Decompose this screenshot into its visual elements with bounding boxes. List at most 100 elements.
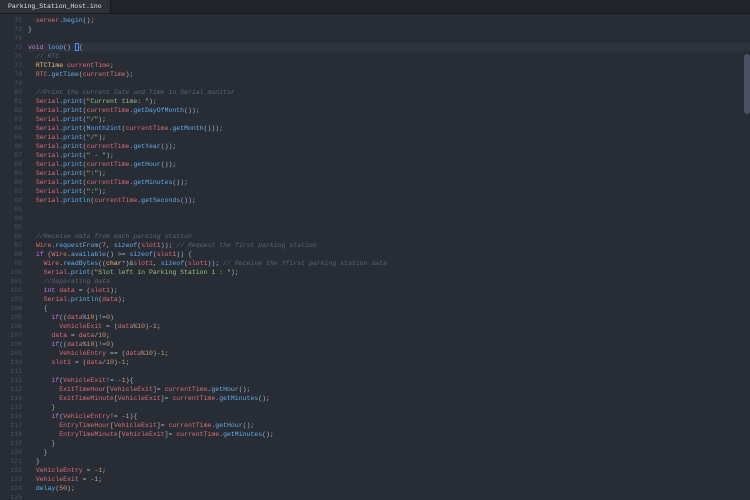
line-number: 77: [0, 61, 22, 70]
code-line[interactable]: Wire.readBytes((char*)&slot1, sizeof(slo…: [28, 259, 744, 268]
line-number: 101: [0, 277, 22, 286]
code-line[interactable]: [28, 367, 744, 376]
line-number: 84: [0, 124, 22, 133]
code-line[interactable]: }: [28, 448, 744, 457]
line-number: 75: [0, 43, 22, 52]
code-line[interactable]: //Separating data: [28, 277, 744, 286]
code-line[interactable]: {: [28, 304, 744, 313]
line-number: 113: [0, 385, 22, 394]
code-line[interactable]: Serial.println(currentTime.getSeconds())…: [28, 196, 744, 205]
line-number: 111: [0, 367, 22, 376]
code-line[interactable]: EntryTimeHour[VehicleExit]= currentTime.…: [28, 421, 744, 430]
code-line[interactable]: Serial.print(":");: [28, 169, 744, 178]
line-number-gutter: 7273747576777879808182838485868788899091…: [0, 14, 28, 500]
code-line[interactable]: Serial.print("/");: [28, 115, 744, 124]
line-number: 125: [0, 493, 22, 500]
line-number: 123: [0, 475, 22, 484]
line-number: 76: [0, 52, 22, 61]
code-line[interactable]: [28, 214, 744, 223]
tab-title: Parking_Station_Host.ino: [8, 3, 102, 10]
line-number: 102: [0, 286, 22, 295]
code-line[interactable]: }: [28, 457, 744, 466]
code-line[interactable]: Serial.print(" - ");: [28, 151, 744, 160]
code-line[interactable]: ExitTimeMinute[VehicleExit]= currentTime…: [28, 394, 744, 403]
code-line[interactable]: Serial.print(":");: [28, 187, 744, 196]
code-line[interactable]: [28, 223, 744, 232]
line-number: 116: [0, 412, 22, 421]
code-line[interactable]: data = data/10;: [28, 331, 744, 340]
line-number: 100: [0, 268, 22, 277]
code-line[interactable]: slot1 = (data/10)-1;: [28, 358, 744, 367]
line-number: 87: [0, 151, 22, 160]
line-number: 124: [0, 484, 22, 493]
code-line[interactable]: }: [28, 439, 744, 448]
code-line[interactable]: Serial.print("Slot left in Parking Stati…: [28, 268, 744, 277]
code-line[interactable]: }: [28, 25, 744, 34]
line-number: 104: [0, 304, 22, 313]
code-line[interactable]: Wire.requestFrom(7, sizeof(slot1)); // R…: [28, 241, 744, 250]
line-number: 120: [0, 448, 22, 457]
line-number: 97: [0, 241, 22, 250]
code-line[interactable]: //Receive data from each parking station: [28, 232, 744, 241]
code-line[interactable]: //Print the current Date and Time in Ser…: [28, 88, 744, 97]
code-line[interactable]: if(VehicleEntry!= -1){: [28, 412, 744, 421]
code-line[interactable]: server.begin();: [28, 16, 744, 25]
line-number: 93: [0, 205, 22, 214]
code-line[interactable]: if(VehicleExit!= -1){: [28, 376, 744, 385]
line-number: 109: [0, 349, 22, 358]
code-line[interactable]: int data = (slot1);: [28, 286, 744, 295]
code-line[interactable]: Serial.print(currentTime.getYear());: [28, 142, 744, 151]
code-line[interactable]: VehicleEntry = -1;: [28, 466, 744, 475]
code-line[interactable]: [28, 34, 744, 43]
code-line[interactable]: Serial.println(data);: [28, 295, 744, 304]
code-line[interactable]: VehicleEntry == (data%10)-1;: [28, 349, 744, 358]
code-line[interactable]: Serial.print("Current time: ");: [28, 97, 744, 106]
line-number: 81: [0, 97, 22, 106]
code-area[interactable]: server.begin();} void loop() { // RTC RTC…: [28, 14, 744, 500]
tab-file[interactable]: Parking_Station_Host.ino: [0, 0, 111, 13]
code-line[interactable]: [28, 205, 744, 214]
line-number: 95: [0, 223, 22, 232]
line-number: 80: [0, 88, 22, 97]
line-number: 117: [0, 421, 22, 430]
code-line[interactable]: // RTC: [28, 52, 744, 61]
code-editor[interactable]: 7273747576777879808182838485868788899091…: [0, 14, 750, 500]
line-number: 73: [0, 25, 22, 34]
code-line[interactable]: }: [28, 403, 744, 412]
code-line[interactable]: if (Wire.available() >= sizeof(slot1)) {: [28, 250, 744, 259]
code-line[interactable]: VehicleExit = (data%10)-1;: [28, 322, 744, 331]
code-line[interactable]: if((data%10)!=0): [28, 340, 744, 349]
line-number: 114: [0, 394, 22, 403]
code-line[interactable]: Serial.print(currentTime.getMinutes());: [28, 178, 744, 187]
code-line[interactable]: Serial.print(currentTime.getHour());: [28, 160, 744, 169]
tab-bar: Parking_Station_Host.ino: [0, 0, 750, 14]
code-line[interactable]: RTC.getTime(currentTime);: [28, 70, 744, 79]
code-line[interactable]: void loop() {: [28, 43, 744, 52]
line-number: 110: [0, 358, 22, 367]
line-number: 91: [0, 187, 22, 196]
code-line[interactable]: [28, 493, 744, 500]
line-number: 108: [0, 340, 22, 349]
code-line[interactable]: if((data%10)!=0): [28, 313, 744, 322]
line-number: 92: [0, 196, 22, 205]
line-number: 105: [0, 313, 22, 322]
code-line[interactable]: VehicleExit = -1;: [28, 475, 744, 484]
line-number: 72: [0, 16, 22, 25]
code-line[interactable]: Serial.print(currentTime.getDayOfMonth()…: [28, 106, 744, 115]
code-line[interactable]: Serial.print(Month2int(currentTime.getMo…: [28, 124, 744, 133]
line-number: 86: [0, 142, 22, 151]
line-number: 119: [0, 439, 22, 448]
code-line[interactable]: [28, 79, 744, 88]
scrollbar-thumb[interactable]: [744, 54, 750, 114]
line-number: 74: [0, 34, 22, 43]
code-line[interactable]: EntryTimeMinute[VehicleExit]= currentTim…: [28, 430, 744, 439]
line-number: 107: [0, 331, 22, 340]
line-number: 78: [0, 70, 22, 79]
line-number: 83: [0, 115, 22, 124]
line-number: 99: [0, 259, 22, 268]
code-line[interactable]: ExitTimeHour[VehicleExit]= currentTime.g…: [28, 385, 744, 394]
code-line[interactable]: RTCTime currentTime;: [28, 61, 744, 70]
vertical-scrollbar[interactable]: [744, 14, 750, 500]
code-line[interactable]: Serial.print("/");: [28, 133, 744, 142]
code-line[interactable]: delay(50);: [28, 484, 744, 493]
